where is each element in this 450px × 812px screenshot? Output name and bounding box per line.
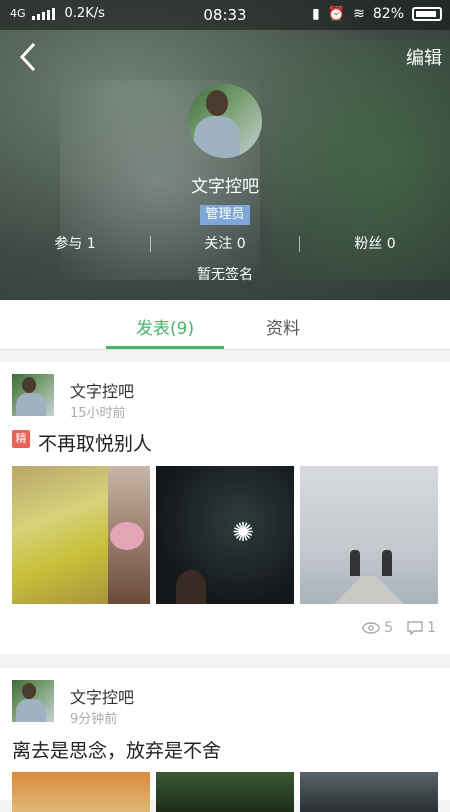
profile-stats: 参与 1 关注 0 粉丝 0 [0, 234, 450, 254]
stat-divider [299, 236, 300, 252]
post-photo[interactable] [12, 772, 150, 812]
profile-signature: 暂无签名 [197, 267, 253, 283]
comment-count: 1 [407, 620, 436, 636]
featured-badge: 精 [12, 430, 30, 448]
wifi-icon: ≋ [353, 6, 365, 22]
stat-following[interactable]: 关注 0 [150, 234, 300, 254]
tab-profile-info[interactable]: 资料 [266, 314, 300, 339]
post-title[interactable]: 离去是思念，放弃是不舍 [12, 736, 221, 763]
back-arrow-icon [19, 42, 36, 72]
post-photo[interactable]: ✺ [156, 466, 294, 604]
profile-avatar[interactable] [188, 84, 262, 158]
back-button[interactable] [14, 40, 44, 74]
profile-tabs: 发表(9) 资料 [0, 300, 450, 350]
post-photo[interactable] [300, 772, 438, 812]
post-photo[interactable] [300, 466, 438, 604]
post-time: 15小时前 [70, 406, 126, 421]
battery-level: 82% [372, 6, 404, 22]
post-card[interactable]: 文字控吧 9分钟前 离去是思念，放弃是不舍 [0, 668, 450, 812]
view-count: 5 [362, 620, 393, 636]
charging-icon: ▮ [311, 6, 320, 22]
post-time: 9分钟前 [70, 712, 118, 727]
post-title[interactable]: 不再取悦别人 [38, 429, 152, 456]
role-badge: 管理员 [200, 205, 250, 225]
edit-button[interactable]: 编辑 [406, 44, 442, 70]
post-photo[interactable] [12, 466, 150, 604]
post-author-name: 文字控吧 [70, 382, 135, 401]
battery-icon [412, 7, 442, 21]
alarm-icon: ⏰ [327, 6, 346, 22]
eye-icon [362, 622, 380, 634]
stat-participate[interactable]: 参与 1 [0, 234, 150, 254]
post-author-name: 文字控吧 [70, 688, 135, 707]
stat-followers[interactable]: 粉丝 0 [300, 234, 450, 254]
post-photo[interactable] [156, 772, 294, 812]
active-tab-indicator [106, 346, 224, 349]
comment-icon [407, 621, 423, 635]
sparkler-icon: ✺ [232, 518, 254, 548]
post-card[interactable]: 文字控吧 15小时前 精 不再取悦别人 ✺ 5 1 [0, 362, 450, 654]
tab-posts[interactable]: 发表(9) [136, 314, 194, 339]
status-bar: 4G 0.2K/s 08:33 ▮ ⏰ ≋ 82% [0, 0, 450, 30]
profile-name: 文字控吧 [191, 177, 259, 197]
post-author-avatar[interactable] [12, 374, 54, 416]
post-author-avatar[interactable] [12, 680, 54, 722]
post-meta: 5 1 [362, 620, 436, 636]
stat-divider [150, 236, 151, 252]
